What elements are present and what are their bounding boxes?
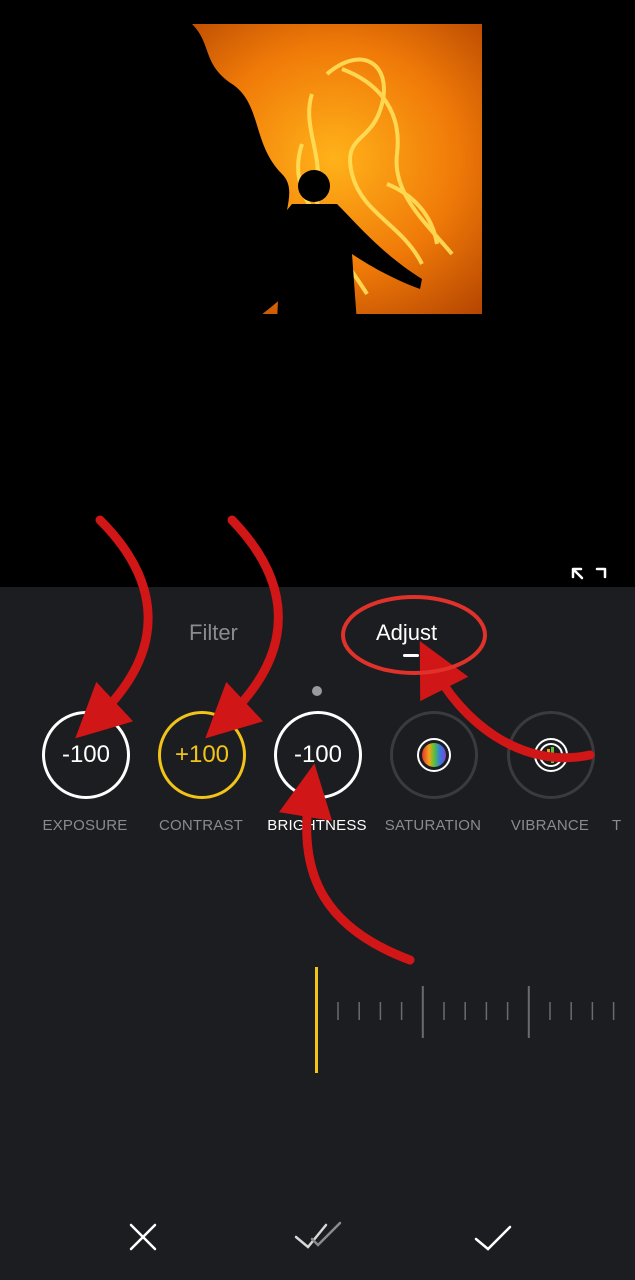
active-tab-indicator <box>403 654 419 657</box>
edit-panel: Filter Adjust -100 EXPOSURE +100 CONTRAS… <box>0 587 635 1280</box>
contrast-value: +100 <box>158 711 246 799</box>
tool-brightness[interactable]: -100 BRIGHTNESS <box>262 711 372 841</box>
close-icon[interactable] <box>123 1217 163 1257</box>
tool-contrast[interactable]: +100 CONTRAST <box>146 711 256 841</box>
expand-icon[interactable] <box>571 566 607 586</box>
saturation-label: SATURATION <box>384 817 482 834</box>
tool-next-partial-label[interactable]: T <box>612 817 621 834</box>
double-check-icon[interactable] <box>292 1217 348 1257</box>
tab-filter[interactable]: Filter <box>189 620 238 646</box>
color-wheel-icon <box>417 738 451 772</box>
slider-current-indicator[interactable] <box>315 967 318 1073</box>
contrast-label: CONTRAST <box>158 817 244 834</box>
vibrance-label: VIBRANCE <box>510 817 590 834</box>
brightness-label: BRIGHTNESS <box>267 817 367 834</box>
vibrance-ring <box>507 711 595 799</box>
vibrance-icon <box>534 738 568 772</box>
tool-saturation[interactable]: SATURATION <box>378 711 488 841</box>
page-indicator-dot <box>312 686 322 696</box>
tool-vibrance[interactable]: VIBRANCE <box>495 711 605 841</box>
photo-preview <box>0 0 635 587</box>
check-icon[interactable] <box>472 1217 512 1257</box>
edited-photo <box>152 24 482 323</box>
brightness-value: -100 <box>274 711 362 799</box>
exposure-label: EXPOSURE <box>42 817 128 834</box>
adjustment-slider[interactable] <box>0 962 635 1082</box>
exposure-value: -100 <box>42 711 130 799</box>
tool-exposure[interactable]: -100 EXPOSURE <box>30 711 140 841</box>
saturation-ring <box>390 711 478 799</box>
tab-adjust[interactable]: Adjust <box>376 620 437 646</box>
